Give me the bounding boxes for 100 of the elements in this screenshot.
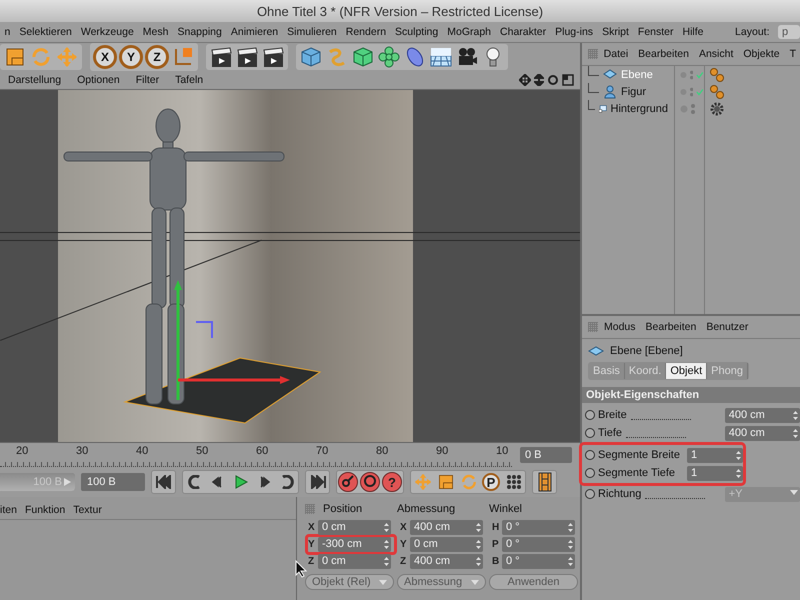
menu-item[interactable]: Funktion (20, 504, 70, 516)
radio-button[interactable] (585, 410, 595, 420)
menu-item[interactable]: Datei (600, 48, 632, 60)
visibility-dots-icon[interactable] (691, 102, 695, 114)
key-icon[interactable] (341, 474, 355, 488)
frame-number: 30 (76, 445, 88, 457)
play-icon[interactable] (232, 475, 248, 489)
camera-icon[interactable] (456, 46, 478, 68)
rotate-view-icon[interactable] (547, 74, 559, 86)
loop-left-icon[interactable] (186, 475, 202, 489)
menu-item[interactable]: Textur (69, 504, 106, 516)
cube-icon[interactable] (300, 46, 322, 68)
menu-item[interactable]: n (0, 26, 15, 38)
spheres-icon (710, 84, 724, 98)
menu-item[interactable]: Darstellung (0, 74, 70, 86)
menu-item[interactable]: Animieren (226, 26, 283, 38)
number-field[interactable]: 0 cm (318, 554, 391, 569)
menu-item[interactable]: Werkzeuge (76, 26, 138, 38)
grip-handle[interactable] (588, 49, 598, 59)
radio-button[interactable] (585, 450, 595, 460)
number-field[interactable]: 400 cm (724, 426, 800, 440)
frame-field[interactable]: 100 B (81, 473, 145, 491)
number-field[interactable]: 0 cm (410, 537, 483, 552)
menu-item[interactable]: iten (0, 504, 21, 516)
menu-item[interactable]: Fenster (633, 26, 678, 38)
film-strip-icon[interactable] (538, 472, 552, 492)
menu-item[interactable]: Simulieren (282, 26, 342, 38)
viewport[interactable] (0, 90, 580, 442)
scale-icon[interactable] (436, 473, 454, 491)
dot-grid-icon[interactable] (506, 474, 522, 490)
grip-handle[interactable] (588, 322, 598, 332)
number-field[interactable]: 1 (686, 466, 743, 480)
object-row[interactable]: Figur (582, 83, 674, 100)
menu-item[interactable]: Plug-ins (550, 26, 598, 38)
move-view-icon[interactable] (519, 74, 531, 86)
menu-item[interactable]: Bearbeiten (642, 321, 700, 333)
spinner-icon (476, 557, 481, 566)
object-row[interactable]: Hintergrund (582, 100, 674, 117)
toggle-view-icon[interactable] (562, 74, 574, 86)
menu-item[interactable]: Modus (600, 321, 640, 333)
radio-button[interactable] (585, 468, 595, 478)
menu-item[interactable]: Snapping (172, 26, 226, 38)
skip-to-end-icon[interactable] (310, 475, 326, 489)
plane-icon (588, 346, 604, 356)
polygon-cube-icon[interactable] (352, 46, 374, 68)
visibility-dots-icon[interactable] (690, 68, 694, 80)
clapperboard-icon[interactable] (236, 46, 258, 68)
radio-button[interactable] (585, 428, 595, 438)
menu-item[interactable]: Rendern (341, 26, 391, 38)
menu-item[interactable]: Hilfe (678, 26, 708, 38)
menu-item[interactable]: Bearbeiten (634, 48, 693, 60)
menu-item[interactable]: Optionen (69, 74, 128, 86)
check-icon[interactable] (696, 70, 704, 78)
layout-dropdown[interactable]: p (778, 25, 800, 39)
menu-item[interactable]: Filter (128, 74, 168, 86)
clapperboard-icon[interactable] (262, 46, 284, 68)
menu-item[interactable]: Ansicht (694, 48, 738, 60)
frame-number: 20 (16, 445, 28, 457)
menu-item[interactable]: Selektieren (14, 26, 76, 38)
axis-toggle-button[interactable]: Z (145, 45, 169, 69)
object-name[interactable]: Figur (621, 86, 646, 98)
point-key-button[interactable]: P (482, 473, 500, 491)
menu-item[interactable]: T (786, 48, 800, 60)
menu-item[interactable]: Charakter (496, 26, 551, 38)
visibility-dots-icon[interactable] (690, 86, 694, 98)
number-field[interactable]: 0 ° (502, 554, 575, 569)
frame-field[interactable]: 0 B (520, 447, 572, 463)
number-field[interactable]: -300 cm (318, 537, 391, 552)
zoom-view-icon[interactable] (534, 74, 544, 86)
menu-item[interactable]: Objekte (739, 48, 784, 60)
menu-item[interactable]: MoGraph (442, 26, 496, 38)
help-key-button[interactable]: ? (382, 472, 402, 492)
number-field[interactable]: 0 ° (502, 537, 575, 552)
number-field[interactable]: 0 cm (318, 520, 391, 535)
axis-toggle-button[interactable]: Y (119, 45, 143, 69)
clapperboard-icon[interactable] (210, 46, 232, 68)
dropdown-label: Abmessung (404, 576, 462, 588)
number-field[interactable]: 0 ° (502, 520, 575, 535)
spinner-icon (568, 540, 573, 549)
number-field[interactable]: 400 cm (724, 408, 800, 422)
menu-item[interactable]: Benutzer (702, 321, 752, 333)
floor-grid-icon[interactable] (430, 46, 452, 68)
object-name[interactable]: Hintergrund (610, 102, 668, 114)
ellipse-icon[interactable] (404, 46, 426, 68)
number-field[interactable]: 400 cm (410, 554, 483, 569)
scale-icon[interactable] (4, 46, 26, 68)
flower-icon[interactable] (378, 46, 400, 68)
menu-item[interactable]: Mesh (138, 26, 173, 38)
menu-item[interactable]: Tafeln (167, 74, 212, 86)
check-icon[interactable] (696, 88, 704, 96)
number-field[interactable]: 400 cm (410, 520, 483, 535)
timeline-ruler[interactable]: 20 30 40 50 60 70 80 90 10 (0, 443, 512, 467)
axis-label: Y (308, 539, 316, 550)
skip-to-start-icon[interactable] (156, 475, 172, 489)
menu-item[interactable]: Sculpting (390, 26, 443, 38)
axis-toggle-button[interactable]: X (93, 45, 117, 69)
menu-item[interactable]: Skript (598, 26, 634, 38)
tab[interactable]: Objekt (666, 363, 708, 379)
grip-handle[interactable] (305, 504, 315, 514)
number-field[interactable]: 1 (686, 448, 743, 462)
